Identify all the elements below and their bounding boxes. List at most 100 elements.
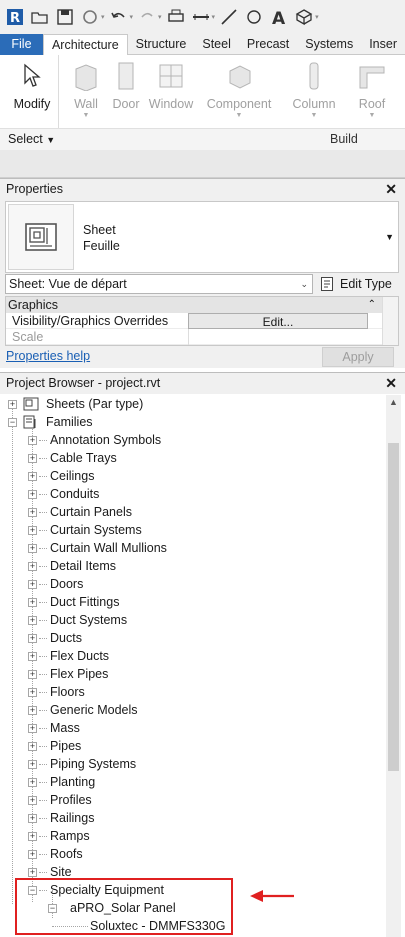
expand-icon[interactable]: + xyxy=(28,544,37,553)
tree-guide xyxy=(39,674,47,675)
close-icon[interactable]: ✕ xyxy=(385,373,397,394)
expand-icon[interactable]: + xyxy=(28,652,37,661)
property-value[interactable] xyxy=(188,329,368,345)
edit-type-button[interactable]: Edit Type xyxy=(320,274,392,294)
roof-icon xyxy=(359,66,385,89)
expand-icon[interactable]: + xyxy=(28,472,37,481)
close-icon[interactable]: ✕ xyxy=(385,179,397,199)
expand-icon[interactable]: + xyxy=(28,454,37,463)
expand-icon[interactable]: + xyxy=(28,508,37,517)
tree-item-label: Ducts xyxy=(50,631,82,645)
column-icon xyxy=(309,62,319,90)
component-label: Component xyxy=(206,97,272,111)
properties-group-header[interactable]: Graphics ⌃ xyxy=(6,297,398,313)
tree-guide xyxy=(39,746,47,747)
expand-icon[interactable]: + xyxy=(8,400,17,409)
window-label: Window xyxy=(148,97,194,111)
property-row: Scale xyxy=(6,329,398,345)
scrollbar-thumb[interactable] xyxy=(388,443,399,771)
window-button[interactable]: Window xyxy=(145,59,197,111)
expand-icon[interactable]: + xyxy=(28,490,37,499)
tree-guide xyxy=(39,872,47,873)
expand-icon[interactable]: + xyxy=(28,634,37,643)
tree-item-label: Curtain Wall Mullions xyxy=(50,541,167,555)
component-button[interactable]: Component ▼ xyxy=(205,59,273,119)
tag-icon[interactable] xyxy=(243,6,265,28)
sheet-icon xyxy=(23,397,39,411)
expand-icon[interactable]: + xyxy=(28,598,37,607)
expand-icon[interactable]: + xyxy=(28,778,37,787)
text-icon[interactable]: A xyxy=(268,6,290,28)
expand-icon[interactable]: + xyxy=(28,832,37,841)
tree-guide xyxy=(39,584,47,585)
tree-guide xyxy=(39,818,47,819)
collapse-icon[interactable]: − xyxy=(8,418,17,427)
edit-overrides-button[interactable]: Edit... xyxy=(188,313,368,329)
revit-logo-icon[interactable]: R xyxy=(4,6,26,28)
tab-architecture[interactable]: Architecture xyxy=(42,34,128,56)
expand-icon[interactable]: + xyxy=(28,706,37,715)
expand-icon[interactable]: + xyxy=(28,742,37,751)
expand-icon[interactable]: + xyxy=(28,814,37,823)
instance-filter-select[interactable]: Sheet: Vue de départ ⌄ xyxy=(5,274,313,294)
project-browser-scrollbar[interactable]: ▲ xyxy=(386,395,401,937)
properties-scrollbar[interactable] xyxy=(382,297,398,345)
tree-item-label: Flex Pipes xyxy=(50,667,109,681)
properties-help-link[interactable]: Properties help xyxy=(6,349,90,363)
expand-icon[interactable]: + xyxy=(28,868,37,877)
svg-text:A: A xyxy=(272,9,286,26)
undo-icon[interactable] xyxy=(108,6,130,28)
component-icon xyxy=(229,65,251,89)
tab-steel[interactable]: Steel xyxy=(194,34,239,55)
expand-icon[interactable]: + xyxy=(28,616,37,625)
tree-guide xyxy=(39,728,47,729)
select-dropdown[interactable]: Select ▼ xyxy=(8,132,55,146)
expand-icon[interactable]: + xyxy=(28,760,37,769)
tree-guide xyxy=(39,566,47,567)
expand-icon[interactable]: + xyxy=(28,724,37,733)
tree-item-label: Railings xyxy=(50,811,95,825)
expand-icon[interactable]: + xyxy=(28,850,37,859)
roof-label: Roof xyxy=(358,97,386,111)
expand-icon[interactable]: + xyxy=(28,436,37,445)
project-browser: Project Browser - project.rvt ✕ + Sheets… xyxy=(0,372,405,937)
modify-button[interactable]: Modify xyxy=(6,59,58,111)
families-icon xyxy=(23,415,36,429)
door-icon xyxy=(118,62,134,90)
tab-structure[interactable]: Structure xyxy=(128,34,195,55)
chevron-down-icon[interactable]: ▼ xyxy=(385,232,394,242)
scroll-up-icon[interactable]: ▲ xyxy=(389,397,398,407)
tree-guide xyxy=(39,458,47,459)
type-selector[interactable]: Sheet Feuille ▼ xyxy=(5,201,399,273)
expand-icon[interactable]: + xyxy=(28,526,37,535)
tab-precast[interactable]: Precast xyxy=(239,34,297,55)
print-icon[interactable] xyxy=(165,6,187,28)
expand-icon[interactable]: + xyxy=(28,562,37,571)
apply-button[interactable]: Apply xyxy=(322,347,394,367)
save-icon[interactable] xyxy=(54,6,76,28)
tree-guide xyxy=(39,656,47,657)
redo-icon[interactable] xyxy=(136,6,158,28)
expand-icon[interactable]: + xyxy=(28,670,37,679)
tab-file[interactable]: File xyxy=(0,34,43,55)
tree-item-label: Cable Trays xyxy=(50,451,117,465)
property-row: Visibility/Graphics Overrides Edit... xyxy=(6,313,398,329)
column-button[interactable]: Column ▼ xyxy=(288,59,340,119)
dimension-icon[interactable] xyxy=(218,6,240,28)
expand-icon[interactable]: + xyxy=(28,796,37,805)
tab-insert[interactable]: Inser xyxy=(361,34,405,55)
roof-button[interactable]: Roof ▼ xyxy=(346,59,398,119)
expand-icon[interactable]: + xyxy=(28,688,37,697)
open-icon[interactable] xyxy=(29,6,51,28)
expand-icon[interactable]: + xyxy=(28,580,37,589)
tree-guide xyxy=(39,530,47,531)
measure-icon[interactable] xyxy=(190,6,212,28)
tree-item-label: Detail Items xyxy=(50,559,116,573)
3d-view-icon[interactable] xyxy=(293,6,315,28)
collapse-icon[interactable]: ⌃ xyxy=(368,297,376,313)
sheet-icon xyxy=(25,223,57,251)
type-category: Sheet xyxy=(83,223,116,237)
tab-systems[interactable]: Systems xyxy=(297,34,361,55)
options-bar xyxy=(0,150,405,178)
sync-icon[interactable] xyxy=(79,6,101,28)
